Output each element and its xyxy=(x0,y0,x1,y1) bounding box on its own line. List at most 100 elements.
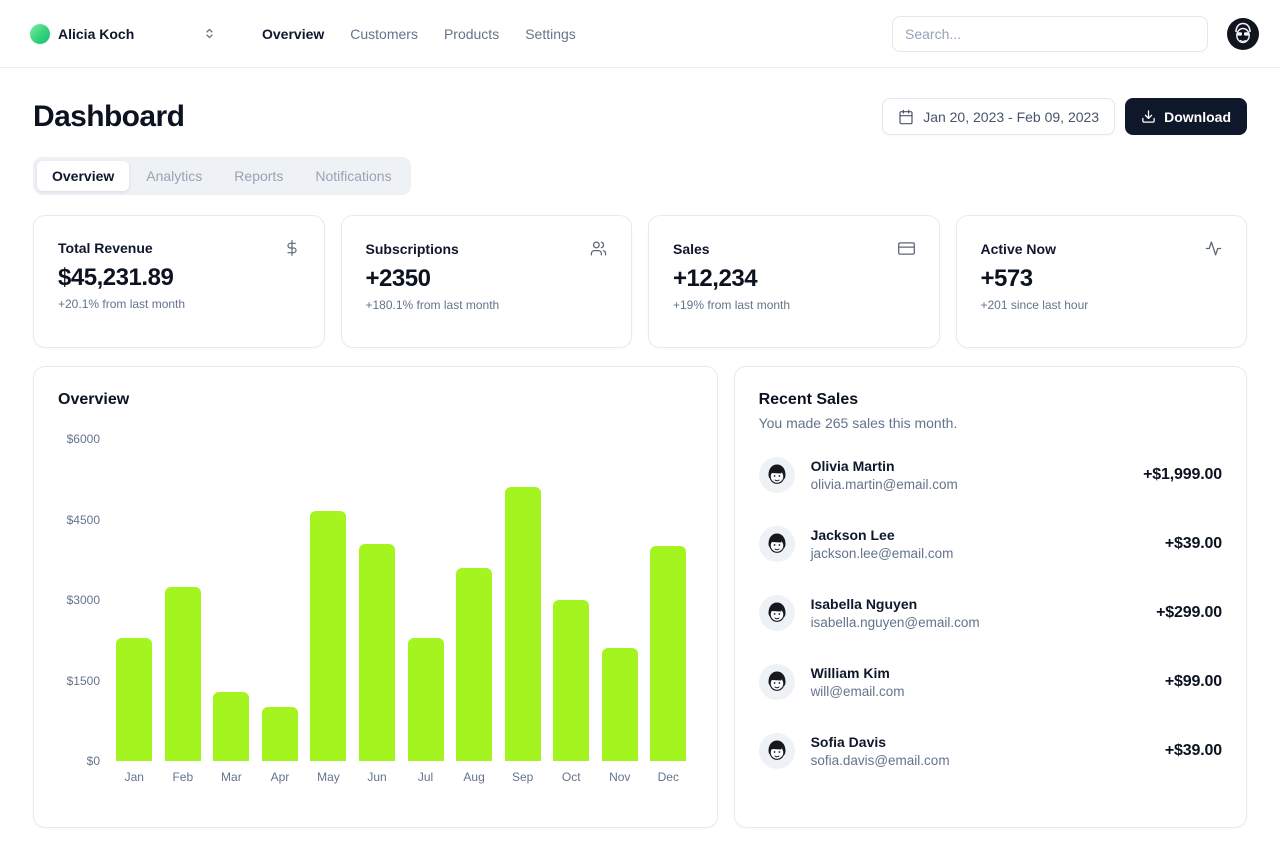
stat-card-sales: Sales +12,234 +19% from last month xyxy=(648,215,940,348)
sale-amount: +$1,999.00 xyxy=(1143,466,1222,483)
date-range-text: Jan 20, 2023 - Feb 09, 2023 xyxy=(923,108,1100,125)
stat-value: $45,231.89 xyxy=(58,264,174,291)
search-input[interactable] xyxy=(892,15,1208,52)
y-axis: $6000 $4500 $3000 $1500 $0 xyxy=(58,432,110,768)
overview-chart-card: Overview $6000 $4500 $3000 $1500 $0 Jan Feb Ma… xyxy=(33,366,718,828)
bar-area xyxy=(353,439,402,761)
bar-chart: $6000 $4500 $3000 $1500 $0 Jan Feb Mar Apr May Ju… xyxy=(58,432,693,785)
sale-amount: +$39.00 xyxy=(1164,742,1222,759)
tab-analytics[interactable]: Analytics xyxy=(131,161,217,191)
customer-avatar xyxy=(758,733,795,769)
nav-item-products[interactable]: Products xyxy=(444,26,499,42)
download-button[interactable]: Download xyxy=(1125,98,1247,135)
bar-column: Nov xyxy=(595,439,644,785)
sale-amount: +$39.00 xyxy=(1164,535,1222,552)
stat-change: +180.1% from last month xyxy=(365,298,500,312)
y-tick-label: $4500 xyxy=(66,512,100,527)
nav-item-overview[interactable]: Overview xyxy=(262,26,324,42)
stat-change: +201 since last hour xyxy=(980,298,1089,312)
bar-area xyxy=(595,439,644,761)
bar xyxy=(310,511,347,761)
top-navigation: Alicia Koch Overview Customers Products … xyxy=(0,0,1280,68)
sale-amount: +$299.00 xyxy=(1156,604,1222,621)
bar xyxy=(261,707,298,761)
y-tick-label: $3000 xyxy=(66,593,100,607)
date-range-picker[interactable]: Jan 20, 2023 - Feb 09, 2023 xyxy=(882,98,1116,135)
bar-area xyxy=(256,439,305,761)
nav-item-settings[interactable]: Settings xyxy=(525,26,576,42)
bar xyxy=(504,487,541,761)
recent-sales-subtitle: You made 265 sales this month. xyxy=(758,415,958,431)
stat-value: +12,234 xyxy=(673,265,758,292)
bar xyxy=(116,637,153,761)
y-tick-label: $1500 xyxy=(66,673,100,688)
customer-email: olivia.martin@email.com xyxy=(810,477,958,492)
stat-card-active-now: Active Now +573 +201 since last hour xyxy=(955,215,1247,348)
credit-card-icon xyxy=(897,240,915,257)
sale-row: William Kim will@email.com +$99.00 xyxy=(758,664,1222,700)
x-tick-label: Dec xyxy=(657,770,679,784)
bar-area xyxy=(644,439,693,761)
bar xyxy=(553,600,590,761)
x-tick-label: Jan xyxy=(124,770,144,784)
bar-column: Dec xyxy=(644,439,693,785)
chart-title: Overview xyxy=(58,391,130,408)
x-tick-label: Mar xyxy=(221,770,242,784)
tab-notifications[interactable]: Notifications xyxy=(300,161,406,191)
stat-value: +573 xyxy=(980,265,1034,292)
customer-name: William Kim xyxy=(810,665,890,681)
customer-email: will@email.com xyxy=(810,684,905,699)
x-tick-label: Oct xyxy=(561,770,581,784)
sale-row: Jackson Lee jackson.lee@email.com +$39.0… xyxy=(758,526,1222,562)
page-title: Dashboard xyxy=(33,99,185,133)
sale-row: Isabella Nguyen isabella.nguyen@email.co… xyxy=(758,595,1222,631)
stats-row: Total Revenue $45,231.89 +20.1% from las… xyxy=(33,215,1247,348)
sale-row: Olivia Martin olivia.martin@email.com +$… xyxy=(758,457,1222,493)
stat-value: +2350 xyxy=(365,265,431,292)
user-menu-button[interactable] xyxy=(1226,17,1260,51)
stat-title: Active Now xyxy=(980,240,1056,257)
bar xyxy=(650,546,687,761)
customer-name: Jackson Lee xyxy=(810,527,895,543)
download-label: Download xyxy=(1164,108,1231,125)
activity-icon xyxy=(1205,240,1222,257)
bar-area xyxy=(401,439,450,761)
team-switcher[interactable]: Alicia Koch xyxy=(30,23,216,44)
stat-card-total-revenue: Total Revenue $45,231.89 +20.1% from las… xyxy=(33,215,325,348)
bar-column: Mar xyxy=(207,439,256,785)
recent-sales-list: Olivia Martin olivia.martin@email.com +$… xyxy=(758,457,1222,769)
bar-column: Aug xyxy=(450,439,499,785)
customer-avatar xyxy=(758,664,795,700)
nav-item-customers[interactable]: Customers xyxy=(350,26,418,42)
customer-email: isabella.nguyen@email.com xyxy=(810,615,980,630)
users-icon xyxy=(590,240,607,257)
bar-column: Sep xyxy=(498,439,547,785)
bar xyxy=(456,567,493,761)
dollar-icon xyxy=(284,240,300,256)
customer-avatar xyxy=(758,595,795,631)
bar-area xyxy=(547,439,596,761)
stat-change: +19% from last month xyxy=(673,298,791,312)
bar-area xyxy=(207,439,256,761)
bar-column: Jan xyxy=(110,439,159,785)
x-tick-label: Jul xyxy=(417,770,434,784)
stat-title: Total Revenue xyxy=(58,240,153,256)
customer-name: Isabella Nguyen xyxy=(810,596,918,612)
sale-row: Sofia Davis sofia.davis@email.com +$39.0… xyxy=(758,733,1222,769)
recent-sales-title: Recent Sales xyxy=(758,391,859,408)
tab-reports[interactable]: Reports xyxy=(219,161,298,191)
y-tick-label: $0 xyxy=(86,754,100,768)
x-tick-label: Sep xyxy=(511,770,534,784)
team-avatar xyxy=(30,23,50,44)
customer-name: Sofia Davis xyxy=(810,734,887,750)
customer-avatar xyxy=(758,457,795,493)
stat-change: +20.1% from last month xyxy=(58,297,186,311)
tab-overview[interactable]: Overview xyxy=(37,161,130,191)
bar xyxy=(359,543,395,761)
bar-column: Oct xyxy=(547,439,596,785)
bar-column: Jul xyxy=(401,439,450,785)
customer-email: jackson.lee@email.com xyxy=(810,546,954,561)
x-tick-label: Nov xyxy=(609,770,631,784)
bar-column: May xyxy=(304,439,353,785)
bar-area xyxy=(110,439,159,761)
